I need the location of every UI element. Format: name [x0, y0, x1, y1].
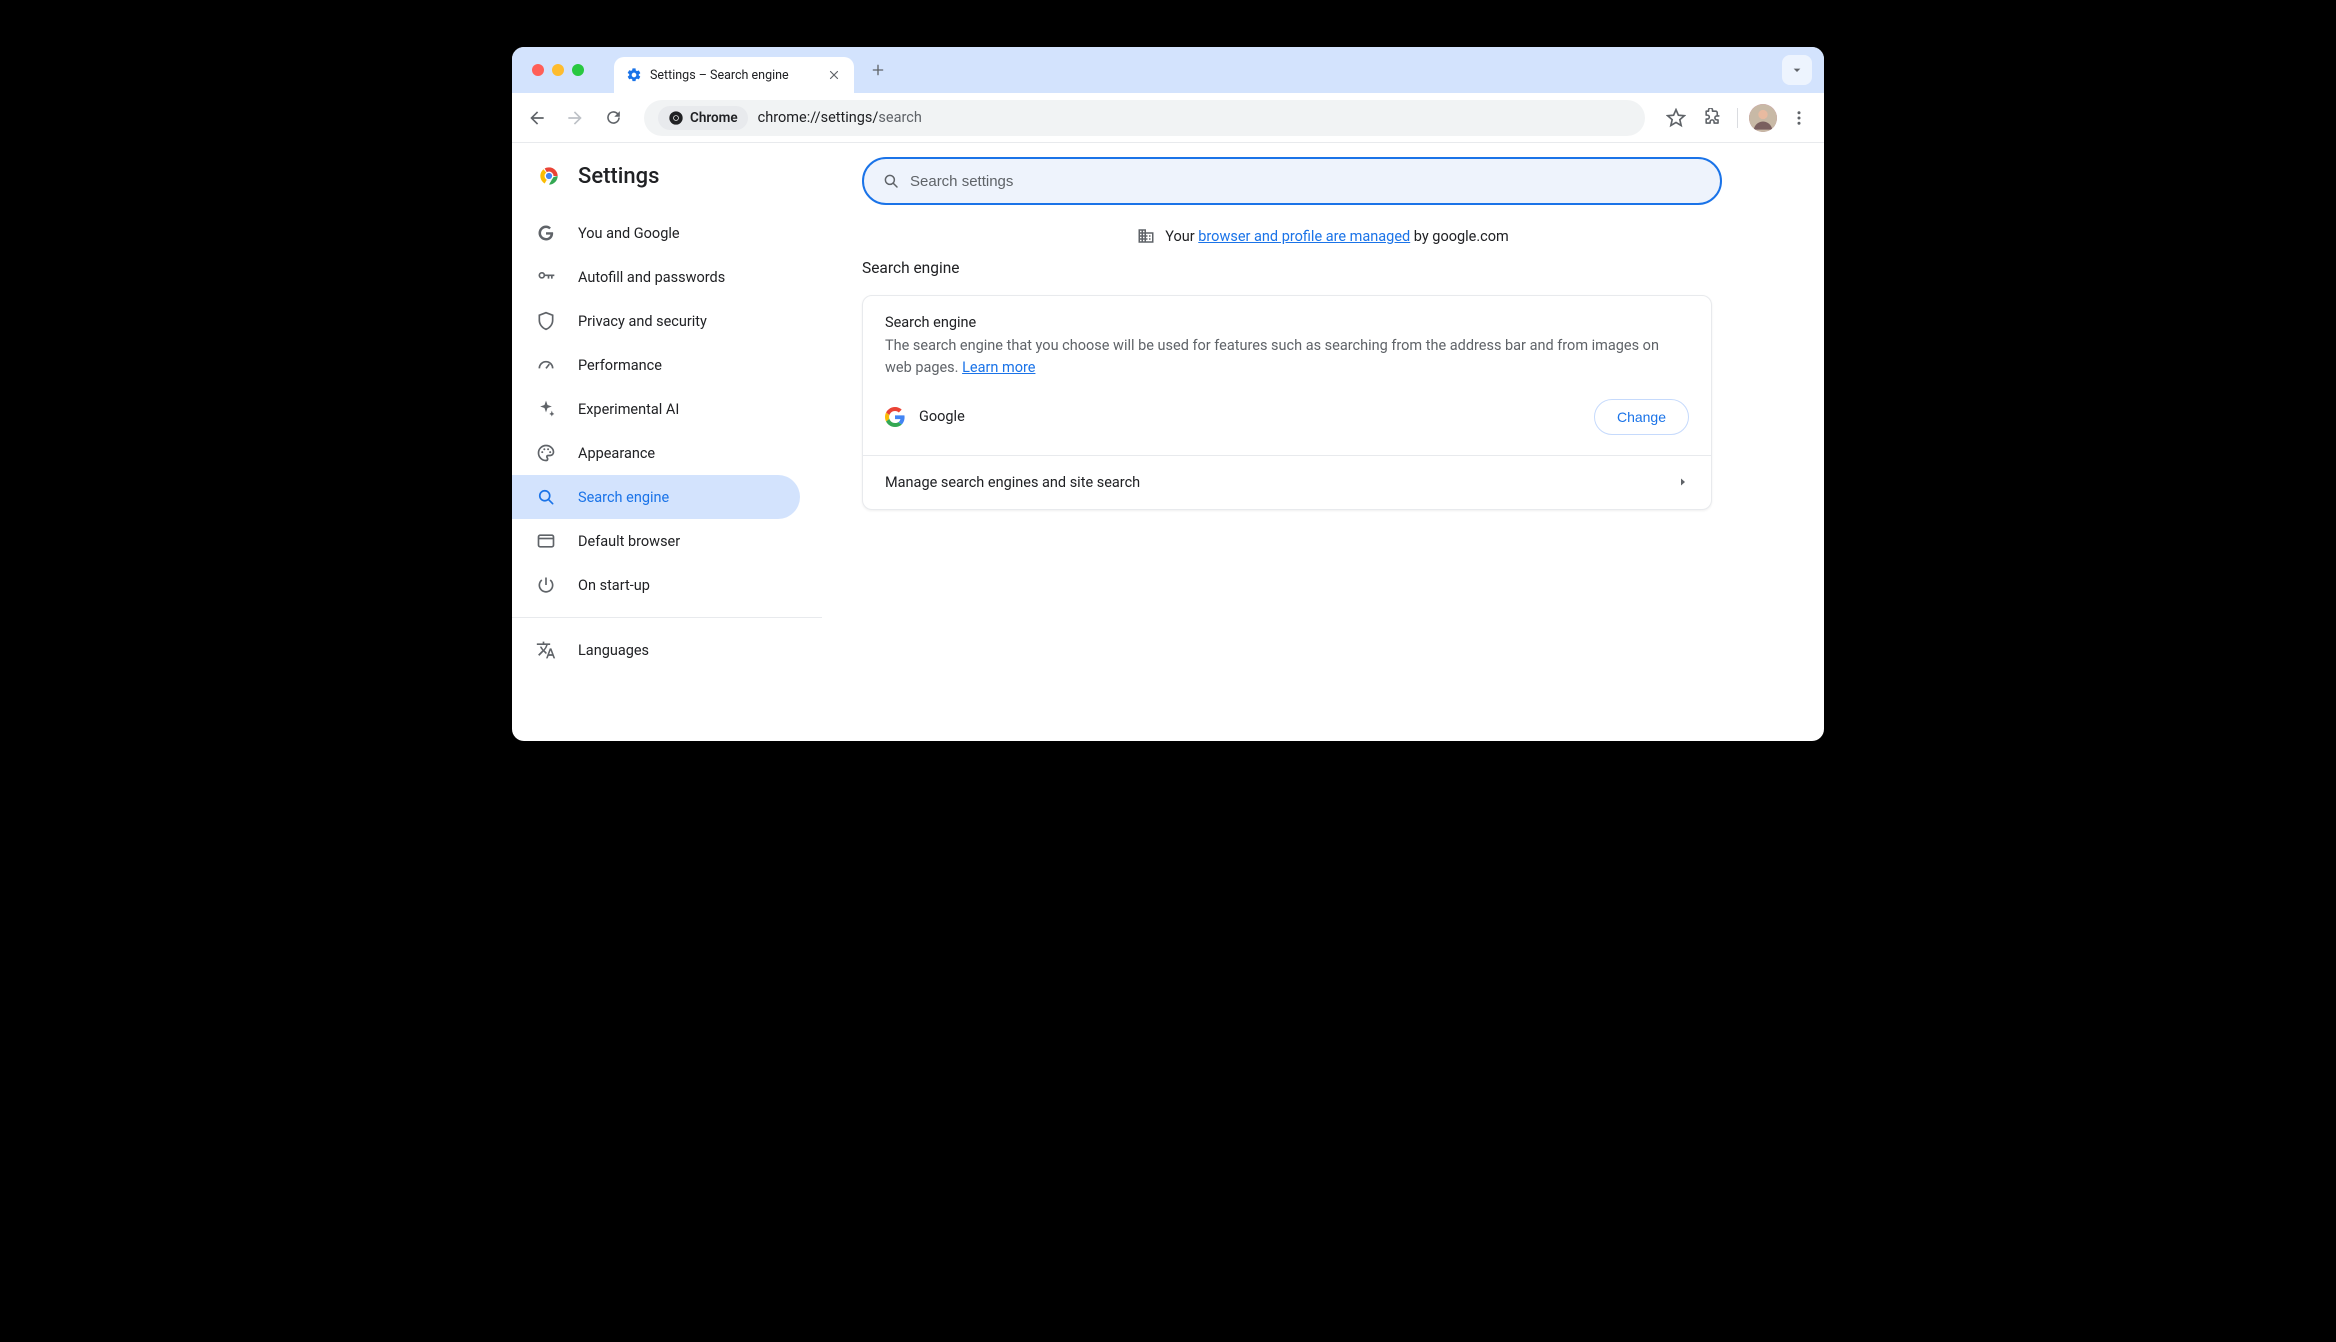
- sidebar-item-label: Appearance: [578, 445, 655, 462]
- sidebar-items: You and Google Autofill and passwords Pr…: [512, 205, 822, 678]
- tab-strip: Settings – Search engine: [512, 47, 1824, 93]
- chip-label: Chrome: [690, 110, 738, 126]
- shield-icon: [536, 311, 556, 331]
- sidebar-item-label: Default browser: [578, 533, 680, 550]
- power-icon: [536, 575, 556, 595]
- tab-title: Settings – Search engine: [650, 68, 818, 83]
- sidebar-item-label: You and Google: [578, 225, 680, 242]
- managed-suffix: by google.com: [1410, 228, 1509, 245]
- sidebar-header: Settings: [512, 157, 822, 205]
- settings-sidebar: Settings You and Google Autofill and pas…: [512, 143, 822, 741]
- search-icon: [882, 172, 900, 190]
- search-icon: [536, 487, 556, 507]
- settings-content: Settings You and Google Autofill and pas…: [512, 143, 1824, 741]
- reload-button[interactable]: [596, 101, 630, 135]
- browser-tab[interactable]: Settings – Search engine: [614, 57, 854, 93]
- sidebar-item-label: Performance: [578, 357, 662, 374]
- toolbar-separator: [1737, 108, 1738, 128]
- google-logo-icon: [885, 407, 905, 427]
- sidebar-item-label: Search engine: [578, 489, 669, 506]
- address-bar[interactable]: Chrome chrome://settings/search: [644, 100, 1645, 136]
- chrome-menu-button[interactable]: [1782, 101, 1816, 135]
- sidebar-item-experimental-ai[interactable]: Experimental AI: [512, 387, 800, 431]
- profile-button[interactable]: [1746, 101, 1780, 135]
- sidebar-item-autofill[interactable]: Autofill and passwords: [512, 255, 800, 299]
- avatar-image: [1749, 104, 1777, 132]
- chrome-logo-icon: [536, 163, 562, 189]
- google-g-icon: [536, 223, 556, 243]
- sidebar-item-label: Languages: [578, 642, 649, 659]
- sidebar-item-appearance[interactable]: Appearance: [512, 431, 800, 475]
- sidebar-item-label: Experimental AI: [578, 401, 679, 418]
- sidebar-item-on-start-up[interactable]: On start-up: [512, 563, 800, 607]
- new-tab-button[interactable]: [864, 56, 892, 84]
- sparkle-icon: [536, 399, 556, 419]
- section-title: Search engine: [822, 259, 1722, 277]
- extensions-button[interactable]: [1695, 101, 1729, 135]
- window-controls: [532, 64, 584, 76]
- sidebar-item-privacy[interactable]: Privacy and security: [512, 299, 800, 343]
- search-engine-card: Search engine The search engine that you…: [862, 295, 1712, 510]
- search-settings-input[interactable]: [910, 173, 1702, 190]
- tab-close-button[interactable]: [826, 67, 842, 83]
- settings-main: Your browser and profile are managed by …: [822, 143, 1824, 741]
- card-description: The search engine that you choose will b…: [885, 335, 1689, 379]
- palette-icon: [536, 443, 556, 463]
- enterprise-building-icon: [1137, 227, 1155, 245]
- chevron-right-icon: [1677, 476, 1689, 488]
- sidebar-item-search-engine[interactable]: Search engine: [512, 475, 800, 519]
- translate-icon: [536, 640, 556, 660]
- sidebar-divider: [512, 617, 822, 618]
- change-engine-button[interactable]: Change: [1594, 399, 1689, 435]
- current-engine-row: Google Change: [885, 399, 1689, 435]
- sidebar-item-you-and-google[interactable]: You and Google: [512, 211, 800, 255]
- sidebar-item-label: Autofill and passwords: [578, 269, 725, 286]
- search-settings-box[interactable]: [862, 157, 1722, 205]
- back-button[interactable]: [520, 101, 554, 135]
- sidebar-item-default-browser[interactable]: Default browser: [512, 519, 800, 563]
- forward-button[interactable]: [558, 101, 592, 135]
- site-identity-chip[interactable]: Chrome: [658, 106, 748, 130]
- managed-prefix: Your: [1165, 228, 1198, 245]
- settings-title: Settings: [578, 164, 659, 189]
- card-title: Search engine: [885, 314, 1689, 331]
- chrome-icon: [668, 110, 684, 126]
- speedometer-icon: [536, 355, 556, 375]
- sidebar-item-performance[interactable]: Performance: [512, 343, 800, 387]
- tab-search-button[interactable]: [1782, 55, 1812, 85]
- sidebar-item-label: Privacy and security: [578, 313, 707, 330]
- bookmark-button[interactable]: [1659, 101, 1693, 135]
- managed-link[interactable]: browser and profile are managed: [1198, 228, 1410, 245]
- url-text: chrome://settings/search: [758, 109, 922, 126]
- current-engine-name: Google: [919, 408, 1580, 425]
- window-minimize-button[interactable]: [552, 64, 564, 76]
- window-maximize-button[interactable]: [572, 64, 584, 76]
- settings-gear-icon: [626, 67, 642, 83]
- sidebar-item-languages[interactable]: Languages: [512, 628, 800, 672]
- managed-notice: Your browser and profile are managed by …: [822, 227, 1824, 245]
- browser-window-icon: [536, 531, 556, 551]
- browser-toolbar: Chrome chrome://settings/search: [512, 93, 1824, 143]
- learn-more-link[interactable]: Learn more: [962, 359, 1035, 376]
- sidebar-item-label: On start-up: [578, 577, 650, 594]
- browser-window: Settings – Search engine: [512, 47, 1824, 741]
- window-close-button[interactable]: [532, 64, 544, 76]
- manage-engines-row[interactable]: Manage search engines and site search: [863, 455, 1711, 509]
- toolbar-actions: [1659, 101, 1816, 135]
- manage-engines-label: Manage search engines and site search: [885, 474, 1140, 491]
- key-icon: [536, 267, 556, 287]
